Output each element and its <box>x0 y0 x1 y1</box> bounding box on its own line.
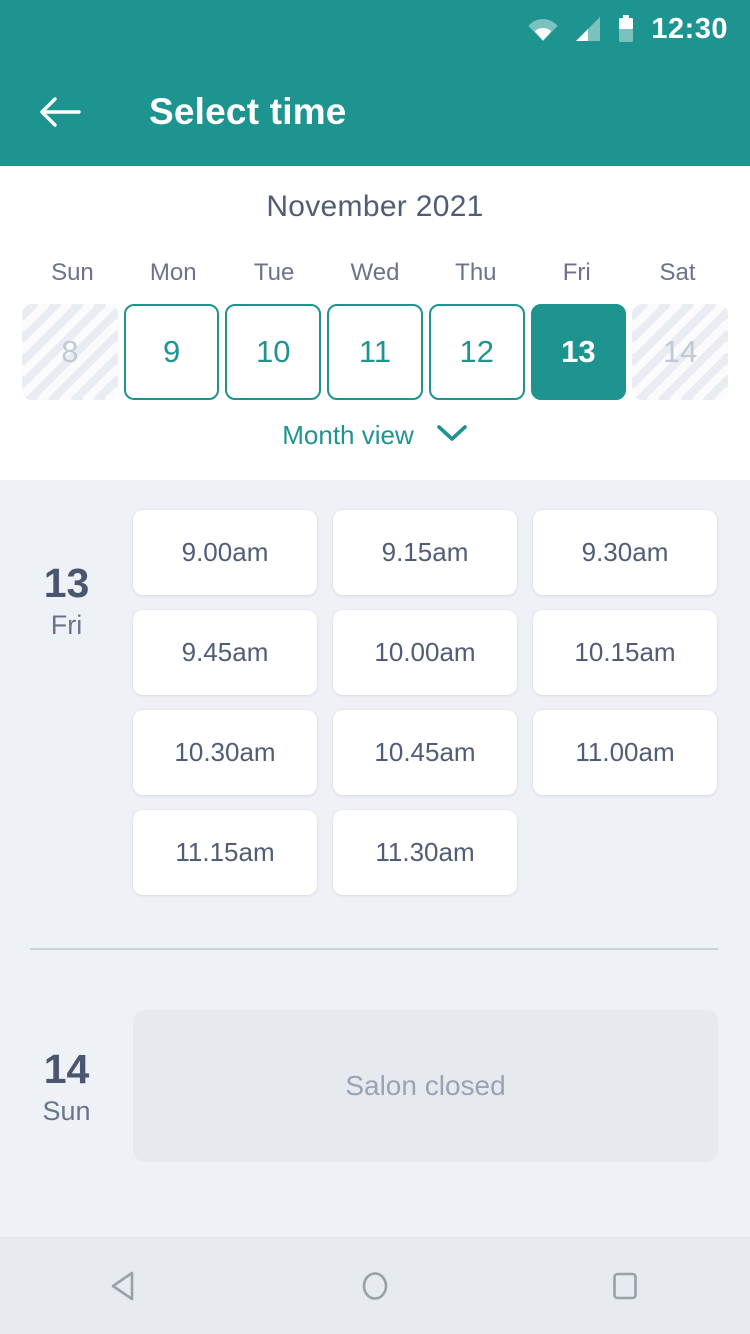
schedule-area: 13 Fri 9.00am 9.15am 9.30am 9.45am 10.00… <box>0 480 750 1237</box>
time-slot[interactable]: 10.45am <box>333 710 517 795</box>
day-name: Sun <box>42 1096 91 1127</box>
weekday-label: Sun <box>51 259 94 286</box>
weekday-label: Thu <box>455 259 497 286</box>
status-bar: 12:30 <box>0 0 750 58</box>
month-view-label: Month view <box>282 420 414 450</box>
time-slot[interactable]: 11.30am <box>333 810 517 895</box>
weekday-label: Wed <box>350 259 400 286</box>
time-slot[interactable]: 10.00am <box>333 610 517 695</box>
month-title: November 2021 <box>266 190 484 223</box>
weekday-label: Tue <box>253 259 295 286</box>
time-slot[interactable]: 9.45am <box>133 610 317 695</box>
calendar-day-11[interactable]: 11 <box>327 304 423 400</box>
android-home-button[interactable] <box>327 1238 423 1334</box>
calendar-panel: November 2021 Sun Mon Tue Wed Thu Fri Sa… <box>0 166 750 480</box>
time-slot[interactable]: 11.15am <box>133 810 317 895</box>
back-button[interactable] <box>33 85 87 139</box>
wifi-icon <box>528 16 558 42</box>
time-slot-grid: 9.00am 9.15am 9.30am 9.45am 10.00am 10.1… <box>133 510 750 895</box>
cellular-signal-icon <box>575 16 601 42</box>
day-number: 14 <box>43 1046 90 1092</box>
android-home-icon <box>362 1272 388 1300</box>
status-bar-clock: 12:30 <box>651 12 728 45</box>
weekday-label: Mon <box>149 259 197 286</box>
calendar-day-8: 8 <box>22 304 118 400</box>
android-recents-button[interactable] <box>577 1238 673 1334</box>
calendar-day-14: 14 <box>632 304 728 400</box>
weekday-label: Fri <box>562 259 591 286</box>
time-slot[interactable]: 9.00am <box>133 510 317 595</box>
chevron-down-icon <box>436 423 468 448</box>
calendar-day-10[interactable]: 10 <box>225 304 322 400</box>
time-slot[interactable]: 11.00am <box>533 710 717 795</box>
month-view-toggle[interactable]: Month view <box>0 420 750 451</box>
calendar-day-9[interactable]: 9 <box>123 304 220 400</box>
time-slot-placeholder <box>533 810 717 895</box>
phone-screen: 12:30 Select time November 2021 Sun Mon … <box>0 0 750 1334</box>
android-recents-icon <box>613 1272 637 1300</box>
time-slot[interactable]: 9.15am <box>333 510 517 595</box>
salon-closed-card: Salon closed <box>133 1010 718 1162</box>
battery-icon <box>618 15 634 43</box>
weekday-header-row: Sun Mon Tue Wed Thu Fri Sat <box>0 259 750 287</box>
back-arrow-icon <box>40 97 81 127</box>
day-label-14: 14 Sun <box>0 1010 133 1162</box>
day-number: 13 <box>43 560 90 606</box>
android-nav-bar <box>0 1237 750 1334</box>
calendar-day-12[interactable]: 12 <box>428 304 525 400</box>
calendar-day-13[interactable]: 13 <box>530 304 627 400</box>
calendar-day-row: 8 9 10 11 12 13 14 <box>0 304 750 400</box>
time-slot[interactable]: 10.15am <box>533 610 717 695</box>
app-bar: Select time <box>0 58 750 166</box>
android-back-icon <box>111 1271 134 1301</box>
day-label-13: 13 Fri <box>0 510 133 895</box>
day-section-14: 14 Sun Salon closed <box>0 950 750 1162</box>
time-slot[interactable]: 9.30am <box>533 510 717 595</box>
time-slot[interactable]: 10.30am <box>133 710 317 795</box>
day-name: Fri <box>50 610 83 641</box>
android-back-button[interactable] <box>77 1238 173 1334</box>
page-title: Select time <box>149 91 347 132</box>
day-section-13: 13 Fri 9.00am 9.15am 9.30am 9.45am 10.00… <box>0 480 750 895</box>
weekday-label: Sat <box>659 259 696 286</box>
